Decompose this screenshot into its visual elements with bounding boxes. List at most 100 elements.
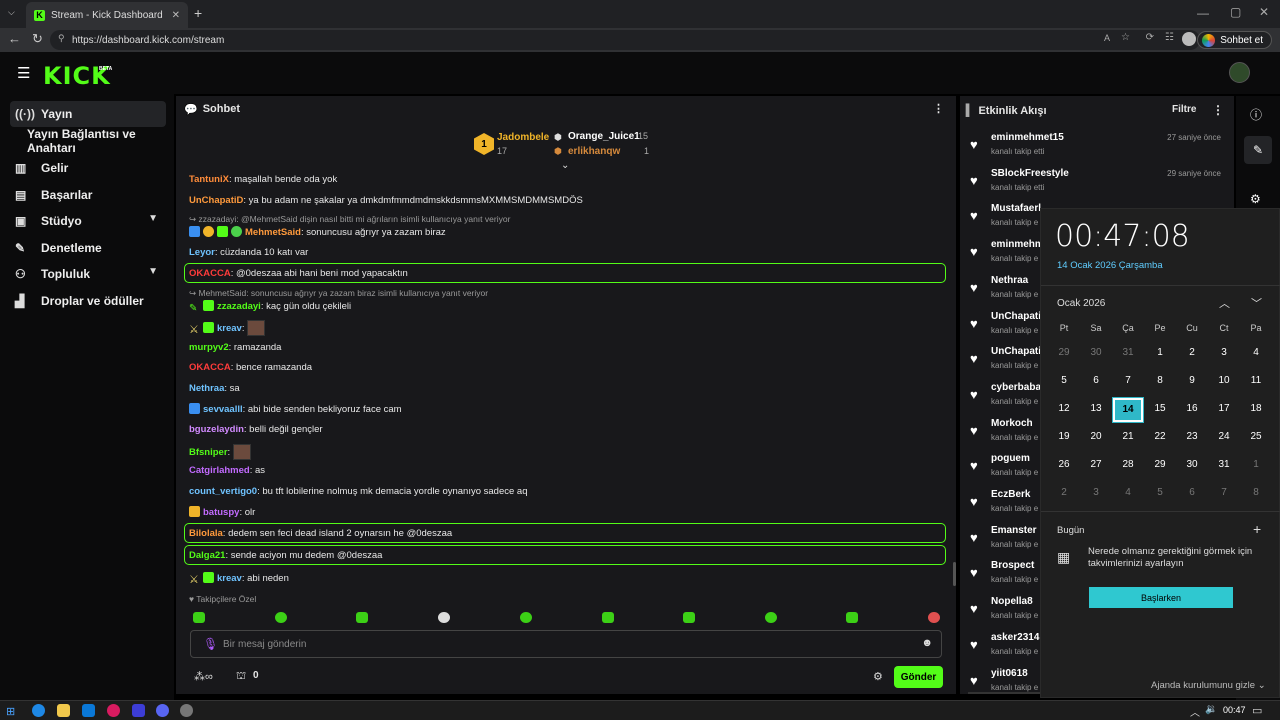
calendar-day[interactable]: 2 xyxy=(1049,487,1079,498)
emote-item[interactable] xyxy=(602,612,614,623)
chat-username[interactable]: batuspy xyxy=(203,507,239,518)
add-event-icon[interactable]: + xyxy=(1253,521,1261,537)
windows-start-icon[interactable]: ⊞ xyxy=(6,705,15,718)
gifter-name[interactable]: erlikhanqw xyxy=(568,146,620,157)
back-icon[interactable]: ← xyxy=(8,31,21,46)
sidebar-item-denetleme[interactable]: ✎ Denetleme xyxy=(10,235,166,261)
next-month-icon[interactable]: ﹀ xyxy=(1251,295,1262,311)
calendar-day[interactable]: 7 xyxy=(1209,487,1239,498)
sidebar-item-basarilar[interactable]: ▤ Başarılar xyxy=(10,182,166,208)
calendar-day-today[interactable]: 14 xyxy=(1112,397,1144,423)
chat-username[interactable]: TantuniX xyxy=(189,174,229,185)
chat-username[interactable]: Bfsniper xyxy=(189,447,228,458)
reply-context[interactable]: ↪ MehmetSaid: sonuncusu ağrıyr ya zazam … xyxy=(189,288,488,299)
emote-item[interactable] xyxy=(356,612,368,623)
calendar-day[interactable]: 15 xyxy=(1145,403,1175,414)
chat-username[interactable]: Dalga21 xyxy=(189,550,225,561)
chat-emote[interactable] xyxy=(247,320,266,336)
emote-item[interactable] xyxy=(193,612,205,623)
activity-username[interactable]: asker2314 xyxy=(991,632,1039,643)
sidebar-item-droplar[interactable]: ▟ Droplar ve ödüller xyxy=(10,288,166,314)
activity-username[interactable]: cyberbaba xyxy=(991,382,1041,393)
chat-username[interactable]: OKACCA xyxy=(189,362,231,373)
chat-username[interactable]: MehmetSaid xyxy=(245,227,301,238)
edit-pencil-icon[interactable]: ✎ xyxy=(1244,136,1272,164)
info-icon[interactable]: ⓘ xyxy=(1250,106,1262,123)
calendar-day[interactable]: 7 xyxy=(1113,375,1143,386)
activity-username[interactable]: Morkoch xyxy=(991,418,1033,429)
calendar-day[interactable]: 29 xyxy=(1145,459,1175,470)
sidebar-item-stream-key[interactable]: Yayın Bağlantısı ve Anahtarı xyxy=(10,127,174,155)
chat-username[interactable]: Bilolala xyxy=(189,528,223,539)
microphone-icon[interactable]: 🎙 xyxy=(203,637,218,651)
calendar-day[interactable]: 17 xyxy=(1209,403,1239,414)
points-icon[interactable]: ⛫ xyxy=(236,670,246,684)
calendar-day[interactable]: 21 xyxy=(1113,431,1143,442)
get-started-button[interactable]: Başlarken xyxy=(1089,587,1233,608)
activity-username[interactable]: UnChapatiI xyxy=(991,311,1044,322)
calendar-day[interactable]: 5 xyxy=(1145,487,1175,498)
emote-item[interactable] xyxy=(765,612,777,623)
browser-tab[interactable]: K Stream - Kick Dashboard ✕ xyxy=(26,2,188,28)
sidebar-item-gelir[interactable]: ▥ Gelir xyxy=(10,155,166,181)
date-link[interactable]: 14 Ocak 2026 Çarşamba xyxy=(1057,260,1163,271)
sidebar-item-topluluk[interactable]: ⚇ Topluluk ▼ xyxy=(10,261,166,287)
chat-username[interactable]: murpyv2 xyxy=(189,342,229,353)
emote-item[interactable] xyxy=(846,612,858,623)
activity-options-icon[interactable]: ⋮ xyxy=(1212,103,1224,117)
discord-icon[interactable] xyxy=(156,704,169,717)
chat-username[interactable]: kreav xyxy=(217,323,242,334)
calendar-day[interactable]: 13 xyxy=(1081,403,1111,414)
edge-icon[interactable] xyxy=(32,704,45,717)
volume-icon[interactable]: 🔉 xyxy=(1205,704,1217,715)
chat-username[interactable]: kreav xyxy=(217,573,242,584)
favorite-star-icon[interactable]: ☆ xyxy=(1121,32,1130,43)
chat-username[interactable]: count_vertigo0 xyxy=(189,486,257,497)
emote-item[interactable] xyxy=(928,612,940,623)
calendar-day[interactable]: 10 xyxy=(1209,375,1239,386)
collections-icon[interactable]: ☷ xyxy=(1165,32,1174,43)
activity-username[interactable]: Brospect xyxy=(991,560,1034,571)
reply-context[interactable]: ↪ zzazadayi: @MehmetSaid dişin nasıl bit… xyxy=(189,214,510,225)
taskbar-clock[interactable]: 00:47 xyxy=(1223,705,1246,715)
calendar-day[interactable]: 19 xyxy=(1049,431,1079,442)
activity-item[interactable]: ♥ eminmehmet15 kanalı takip etti 27 saniye … xyxy=(960,130,1234,166)
calendar-day[interactable]: 9 xyxy=(1177,375,1207,386)
notifications-icon[interactable]: ▭ xyxy=(1252,704,1262,717)
file-explorer-icon[interactable] xyxy=(57,704,70,717)
close-window-icon[interactable]: ✕ xyxy=(1259,5,1269,19)
activity-username[interactable]: poguem xyxy=(991,453,1030,464)
calendar-day[interactable]: 18 xyxy=(1241,403,1271,414)
calendar-day[interactable]: 30 xyxy=(1177,459,1207,470)
send-button[interactable]: Gönder xyxy=(894,666,943,688)
tab-list-icon[interactable]: ⌵ xyxy=(8,7,15,18)
calendar-day[interactable]: 4 xyxy=(1113,487,1143,498)
chat-options-icon[interactable]: ⋮ xyxy=(933,102,944,115)
emoji-picker-icon[interactable]: ☻ xyxy=(921,637,933,649)
calendar-day[interactable]: 23 xyxy=(1177,431,1207,442)
close-tab-icon[interactable]: ✕ xyxy=(172,10,180,21)
calendar-day[interactable]: 28 xyxy=(1113,459,1143,470)
calendar-day[interactable]: 3 xyxy=(1081,487,1111,498)
chat-emote[interactable] xyxy=(232,444,251,460)
month-label[interactable]: Ocak 2026 xyxy=(1057,298,1105,309)
emote-item[interactable] xyxy=(520,612,532,623)
chat-username[interactable]: sevvaalll xyxy=(203,404,243,415)
calendar-day[interactable]: 29 xyxy=(1049,347,1079,358)
calendar-day[interactable]: 2 xyxy=(1177,347,1207,358)
calendar-day[interactable]: 25 xyxy=(1241,431,1271,442)
activity-username[interactable]: eminmehm xyxy=(991,239,1044,250)
calendar-day[interactable]: 16 xyxy=(1177,403,1207,414)
calendar-day[interactable]: 1 xyxy=(1145,347,1175,358)
user-avatar[interactable] xyxy=(1229,62,1250,83)
chat-username[interactable]: zzazadayi xyxy=(217,301,261,312)
reload-icon[interactable]: ↻ xyxy=(32,31,43,47)
chat-username[interactable]: OKACCA xyxy=(189,268,231,279)
activity-username[interactable]: EczBerk xyxy=(991,489,1030,500)
activity-username[interactable]: SBlockFreestyle xyxy=(991,168,1069,179)
calendar-day[interactable]: 12 xyxy=(1049,403,1079,414)
settings-icon[interactable]: ⚙ xyxy=(1250,192,1261,206)
previous-month-icon[interactable]: ︿ xyxy=(1219,295,1230,311)
emote-item[interactable] xyxy=(275,612,287,623)
read-aloud-icon[interactable]: A xyxy=(1104,33,1110,43)
